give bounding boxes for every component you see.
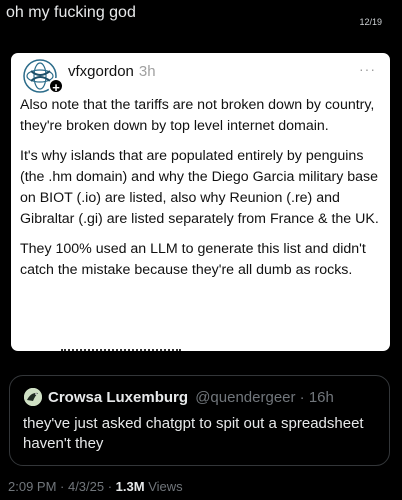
quoted-post-time: 3h: [138, 63, 156, 80]
quoted-paragraph-1: Also note that the tariffs are not broke…: [20, 97, 375, 134]
views-count[interactable]: 1.3M: [116, 479, 145, 494]
quoted-post-card[interactable]: + vfxgordon 3h ··· Also note that the tar…: [11, 53, 390, 351]
reply-author-name[interactable]: Crowsa Luxemburg: [48, 389, 188, 406]
cutoff-text-fragment: [61, 349, 181, 351]
views-label: Views: [144, 479, 183, 494]
avatar[interactable]: +: [23, 59, 64, 95]
more-options-icon[interactable]: ···: [359, 61, 376, 77]
reply-card[interactable]: Crowsa Luxemburg @quendergeer · 16h they…: [9, 375, 390, 466]
avatar[interactable]: [24, 388, 42, 406]
quoted-paragraph-3: They 100% used an LLM to generate this l…: [20, 241, 366, 278]
bird-avatar-icon: [24, 388, 42, 406]
page-counter: 12/19: [359, 17, 382, 27]
quoted-post-body: Also note that the tariffs are not broke…: [20, 95, 382, 290]
reply-header: Crowsa Luxemburg @quendergeer · 16h: [48, 389, 334, 406]
quoted-post-header: vfxgordon 3h: [68, 63, 156, 80]
reply-handle-time: @quendergeer · 16h: [195, 389, 334, 406]
quoted-paragraph-2: It's why islands that are populated enti…: [20, 148, 379, 227]
quoted-username[interactable]: vfxgordon: [68, 63, 134, 80]
post-title: oh my fucking god: [6, 4, 136, 21]
post-meta: 2:09 PM · 4/3/25 · 1.3M Views: [8, 479, 183, 494]
post-timestamp[interactable]: 2:09 PM · 4/3/25 ·: [8, 479, 116, 494]
follow-plus-icon[interactable]: +: [48, 78, 64, 95]
reply-text: they've just asked chatgpt to spit out a…: [23, 415, 364, 452]
